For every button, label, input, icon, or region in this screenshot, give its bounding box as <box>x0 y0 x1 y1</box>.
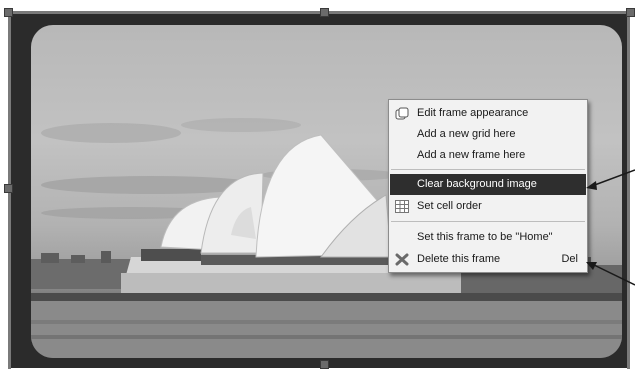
arrow-head-icon <box>586 181 597 190</box>
callout-arrows <box>586 169 635 286</box>
callout-arrow-delete-frame <box>591 263 635 286</box>
callout-arrow-clear-background <box>591 169 635 187</box>
